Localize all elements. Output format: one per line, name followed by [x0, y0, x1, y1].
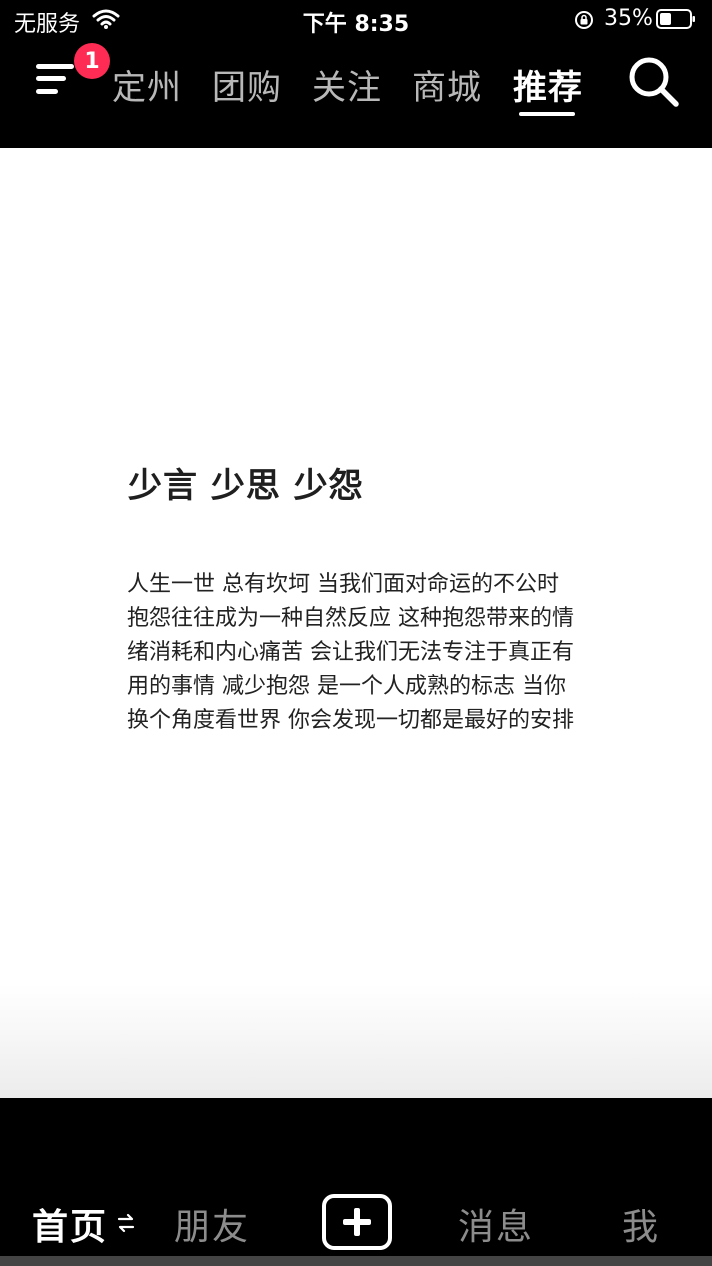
nav-messages[interactable]: 消息	[458, 1198, 534, 1250]
post-body: 人生一世 总有坎坷 当我们面对命运的不公时 抱怨往往成为一种自然反应 这种抱怨带…	[127, 572, 574, 733]
create-button[interactable]	[322, 1194, 392, 1250]
menu-icon-bar	[36, 89, 58, 94]
plus-icon-stroke	[354, 1208, 360, 1236]
active-tab-indicator	[519, 112, 575, 116]
tab-group-buy[interactable]: 团购	[212, 60, 282, 109]
swap-icon	[117, 1213, 135, 1233]
bottom-nav: 首页 朋友 消息 我	[0, 1098, 712, 1266]
battery-percent: 35%	[604, 6, 653, 31]
notification-badge: 1	[74, 43, 110, 79]
search-icon[interactable]	[626, 54, 680, 108]
menu-button[interactable]	[36, 56, 76, 100]
menu-icon	[36, 64, 74, 69]
battery-icon	[656, 9, 695, 29]
nav-home[interactable]: 首页	[32, 1198, 108, 1250]
tab-following[interactable]: 关注	[312, 60, 382, 109]
nav-me[interactable]: 我	[622, 1198, 660, 1250]
post-card[interactable]: 少言 少思 少怨 人生一世 总有坎坷 当我们面对命运的不公时 抱怨往往成为一种自…	[0, 148, 712, 1098]
tab-recommend[interactable]: 推荐	[513, 60, 583, 109]
menu-icon-bar	[36, 76, 66, 81]
nav-friends[interactable]: 朋友	[174, 1198, 250, 1250]
tab-local[interactable]: 定州	[112, 60, 182, 109]
post-title: 少言 少思 少怨	[128, 466, 364, 506]
status-bar: 无服务 下午 8:35 35%	[0, 0, 712, 40]
tab-mall[interactable]: 商城	[412, 60, 482, 109]
top-nav: 1 定州 团购 关注 商城 推荐	[0, 40, 712, 148]
bottom-edge	[0, 1256, 712, 1266]
rotation-lock-icon	[575, 11, 593, 29]
